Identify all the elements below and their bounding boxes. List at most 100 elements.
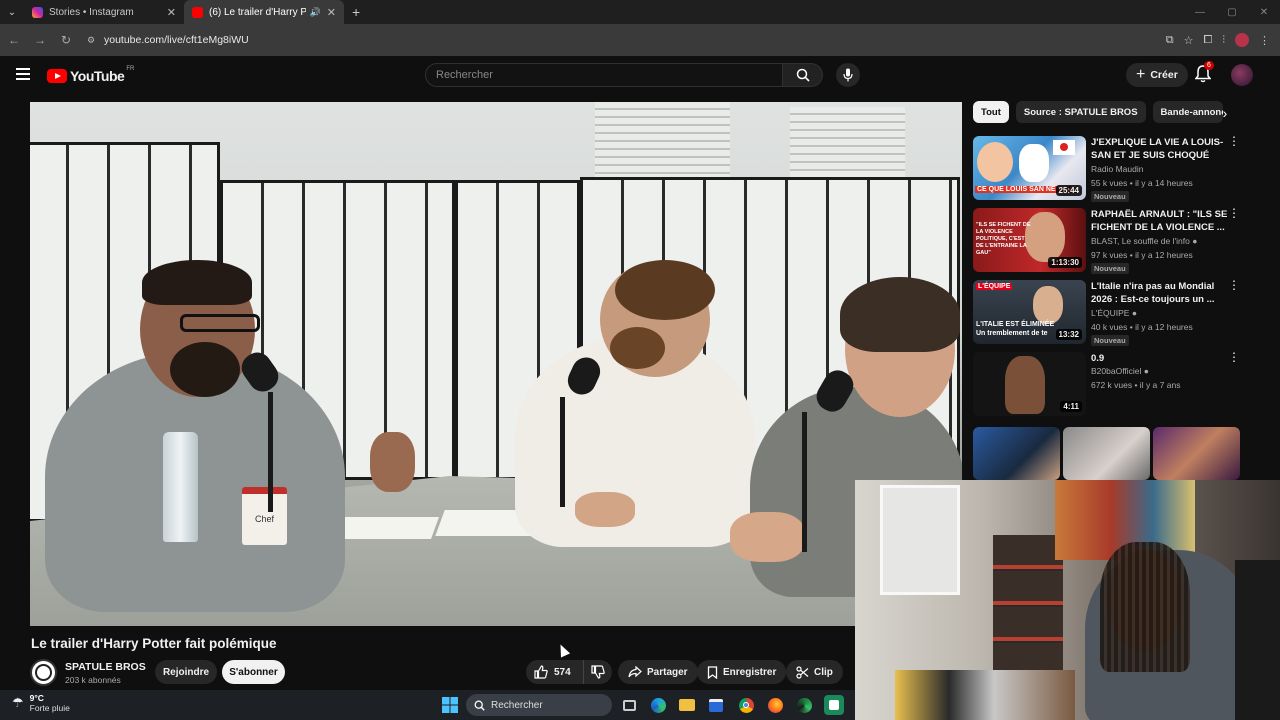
edge-icon[interactable] (648, 695, 668, 715)
recommendation-item[interactable]: "ILS SE FICHENT DE LA VIOLENCE POLITIQUE… (973, 207, 1240, 274)
more-options-icon[interactable]: ⋮ (1228, 351, 1240, 363)
extensions-icon[interactable]: ⧠ (1203, 34, 1212, 47)
channel-avatar[interactable] (30, 659, 57, 686)
app-icon[interactable] (824, 695, 844, 715)
recommendation-channel[interactable]: B20baOfficiel ● (1091, 366, 1149, 376)
install-app-icon[interactable]: ⧉ (1166, 34, 1174, 47)
shorts-row (973, 427, 1240, 480)
tab-instagram[interactable]: Stories • Instagram ✕ (24, 0, 184, 24)
task-view-icon[interactable] (619, 695, 639, 715)
channel-name[interactable]: SPATULE BROS (65, 661, 146, 673)
tab-youtube[interactable]: (6) Le trailer d'Harry Potter 🔊 ✕ (184, 0, 344, 24)
profile-avatar[interactable] (1235, 33, 1249, 47)
channel-name-text: L'ÉQUIPE (1091, 308, 1130, 318)
share-button[interactable]: Partager (618, 660, 698, 684)
plus-icon: + (1136, 66, 1146, 83)
weather-condition: Forte pluie (29, 703, 70, 713)
short-thumbnail[interactable] (1153, 427, 1240, 480)
audio-playing-icon[interactable]: 🔊 (310, 7, 321, 18)
webcam-desk-items (895, 670, 1075, 720)
site-info-icon[interactable]: ⚙ (84, 33, 98, 47)
chip-source[interactable]: Source : SPATULE BROS (1015, 101, 1146, 123)
chevron-right-icon[interactable]: › (1216, 104, 1234, 122)
chrome-icon[interactable] (736, 695, 756, 715)
recommendation-item[interactable]: 4:11 0.9 B20baOfficiel ● 672 k vues • il… (973, 351, 1240, 416)
create-label: Créer (1150, 69, 1178, 81)
recommendation-meta: 55 k vues • il y a 14 heures (1091, 178, 1193, 188)
subscribe-button[interactable]: S'abonner (222, 660, 285, 684)
voice-search-button[interactable] (836, 63, 860, 87)
video-person-right-hair (840, 277, 960, 352)
video-duration: 4:11 (1060, 401, 1082, 412)
microphone-icon (843, 68, 853, 82)
country-code: FR (126, 66, 135, 72)
video-mic-arm (268, 392, 273, 512)
taskbar-search[interactable]: Rechercher (466, 694, 612, 716)
recommendation-channel[interactable]: BLAST, Le souffle de l'info ● (1091, 236, 1197, 246)
video-person-left-glasses (180, 314, 260, 332)
video-thumbnail[interactable]: "ILS SE FICHENT DE LA VIOLENCE POLITIQUE… (973, 208, 1086, 272)
recommendation-channel[interactable]: Radio Maudin (1091, 164, 1143, 174)
account-avatar[interactable] (1231, 64, 1253, 86)
edge-dev-icon[interactable] (794, 695, 814, 715)
chip-all[interactable]: Tout (973, 101, 1009, 123)
close-tab-icon[interactable]: ✕ (327, 6, 336, 19)
windows-taskbar: ☂ 9°C Forte pluie Rechercher (0, 690, 855, 720)
save-button[interactable]: Enregistrer (697, 660, 787, 684)
back-icon[interactable]: ← (2, 28, 26, 52)
close-tab-icon[interactable]: ✕ (167, 6, 176, 19)
forward-icon[interactable]: → (28, 28, 52, 52)
search-button[interactable] (783, 63, 823, 87)
recommendation-item[interactable]: L'ÉQUIPE L'ITALIE EST ÉLIMINÉE Un trembl… (973, 279, 1240, 346)
close-window-icon[interactable]: ✕ (1248, 0, 1280, 24)
video-person-right-hands (730, 512, 805, 562)
video-thumbnail[interactable]: L'ÉQUIPE L'ITALIE EST ÉLIMINÉE Un trembl… (973, 280, 1086, 344)
recommendation-item[interactable]: CE QUE LOUIS SAN NE VEUT 25:44 J'EXPLIQU… (973, 135, 1240, 202)
notifications-button[interactable]: 6 (1194, 61, 1214, 85)
dislike-button[interactable] (584, 660, 612, 684)
join-button[interactable]: Rejoindre (155, 660, 217, 684)
menu-icon[interactable] (16, 68, 30, 80)
temperature: 9°C (29, 693, 44, 703)
reload-icon[interactable]: ↻ (54, 28, 78, 52)
firefox-icon[interactable] (765, 695, 785, 715)
chip-trailers[interactable]: Bande-annonces (1152, 101, 1223, 123)
weather-widget[interactable]: ☂ 9°C Forte pluie (12, 693, 70, 713)
youtube-logo[interactable]: YouTube FR (47, 66, 135, 84)
recommendation-channel[interactable]: L'ÉQUIPE ● (1091, 308, 1137, 318)
profile-menu-icon[interactable]: ⫶ (1222, 34, 1225, 47)
bookmark-star-icon[interactable]: ☆ (1184, 34, 1194, 47)
tab-search-menu-icon[interactable]: ⌄ (0, 0, 24, 24)
short-thumbnail[interactable] (1063, 427, 1150, 480)
recommendation-title[interactable]: RAPHAËL ARNAULT : "ILS SE FICHENT DE LA … (1091, 208, 1229, 234)
new-badge: Nouveau (1091, 263, 1129, 274)
video-thumbnail[interactable]: 4:11 (973, 352, 1086, 416)
webcam-chair (1235, 560, 1280, 720)
minimize-icon[interactable]: — (1184, 0, 1216, 24)
create-button[interactable]: + Créer (1126, 63, 1188, 87)
url-field[interactable]: ⚙ youtube.com/live/cft1eMg8iWU (84, 28, 1166, 52)
like-button[interactable]: 574 (526, 660, 584, 684)
video-player[interactable]: Chef (30, 102, 962, 626)
file-explorer-icon[interactable] (677, 695, 697, 715)
webcam-streamer-hair (1100, 542, 1190, 672)
video-thumbnail[interactable]: CE QUE LOUIS SAN NE VEUT 25:44 (973, 136, 1086, 200)
tab-title: (6) Le trailer d'Harry Potter (209, 6, 306, 18)
recommendation-title[interactable]: L'Italie n'ira pas au Mondial 2026 : Est… (1091, 280, 1229, 306)
clip-button[interactable]: Clip (786, 660, 843, 684)
scissors-icon (796, 665, 809, 679)
recommendation-title[interactable]: J'EXPLIQUE LA VIE A LOUIS-SAN ET JE SUIS… (1091, 136, 1229, 162)
search-input[interactable]: Rechercher (425, 63, 783, 87)
thumb-caption: "ILS SE FICHENT DE LA VIOLENCE POLITIQUE… (976, 222, 1031, 256)
short-thumbnail[interactable] (973, 427, 1060, 480)
recommendation-title[interactable]: 0.9 (1091, 352, 1229, 365)
maximize-icon[interactable]: ▢ (1216, 0, 1248, 24)
more-options-icon[interactable]: ⋮ (1228, 279, 1240, 291)
browser-tab-bar: ⌄ Stories • Instagram ✕ (6) Le trailer d… (0, 0, 1280, 24)
more-options-icon[interactable]: ⋮ (1228, 135, 1240, 147)
windows-start-icon[interactable] (440, 695, 460, 715)
browser-menu-icon[interactable]: ⋮ (1259, 34, 1270, 47)
more-options-icon[interactable]: ⋮ (1228, 207, 1240, 219)
store-icon[interactable] (706, 695, 726, 715)
new-tab-icon[interactable]: + (352, 4, 360, 20)
